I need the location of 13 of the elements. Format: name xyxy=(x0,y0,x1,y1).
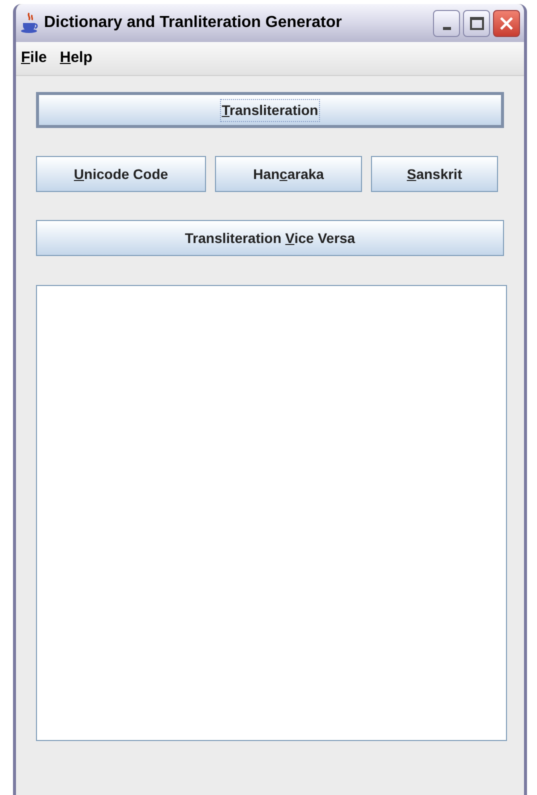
action-button[interactable]: Hancaraka xyxy=(215,156,362,192)
action-button[interactable]: Unicode Code xyxy=(36,156,206,192)
maximize-button[interactable] xyxy=(463,10,490,36)
close-icon xyxy=(499,16,514,30)
menu-item[interactable]: File xyxy=(21,47,47,70)
minimize-button[interactable] xyxy=(433,10,460,36)
action-button[interactable]: Sanskrit xyxy=(371,156,498,192)
coffee-cup-icon xyxy=(20,12,40,34)
window-title: Dictionary and Tranliteration Generator xyxy=(44,13,342,33)
menu-item[interactable]: Help xyxy=(60,47,92,70)
action-button[interactable]: Transliteration Vice Versa xyxy=(36,220,504,256)
close-button[interactable] xyxy=(493,10,520,36)
action-button[interactable]: Transliteration xyxy=(36,92,504,128)
